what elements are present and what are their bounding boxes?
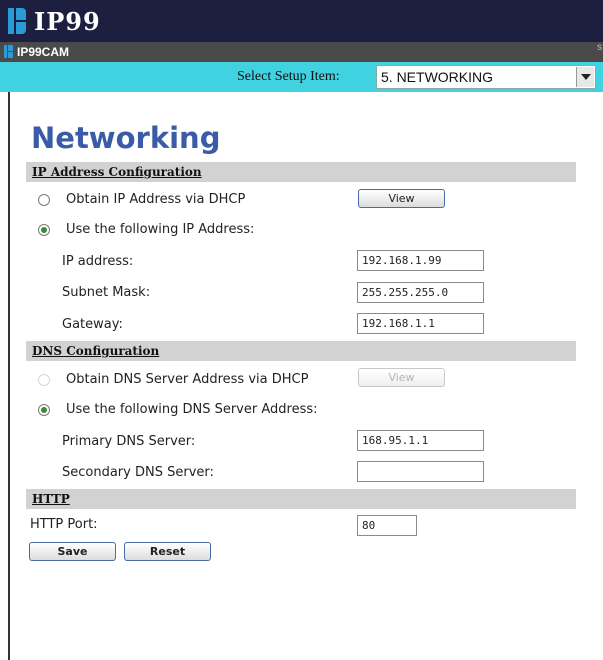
gateway-label: Gateway:	[62, 317, 123, 332]
primary-dns-label: Primary DNS Server:	[62, 434, 196, 449]
http-heading: HTTP	[32, 492, 70, 506]
dns-dhcp-label: Obtain DNS Server Address via DHCP	[66, 372, 309, 387]
ip-static-label: Use the following IP Address:	[66, 222, 255, 237]
ip-config-header: IP Address Configuration	[26, 162, 576, 182]
brand-logo-icon	[8, 8, 26, 34]
dns-static-label: Use the following DNS Server Address:	[66, 402, 318, 417]
left-divider	[8, 92, 10, 660]
camera-bar-edge-text: s	[597, 42, 602, 53]
dns-config-heading: DNS Configuration	[32, 344, 160, 358]
dns-dhcp-radio	[38, 374, 50, 386]
dns-config-header: DNS Configuration	[26, 341, 576, 361]
ip-view-button[interactable]: View	[358, 189, 445, 208]
secondary-dns-label: Secondary DNS Server:	[62, 465, 214, 480]
chevron-down-icon[interactable]	[576, 67, 594, 87]
secondary-dns-field[interactable]	[357, 461, 484, 482]
page-title: Networking	[31, 121, 221, 155]
subnet-mask-label: Subnet Mask:	[62, 285, 151, 300]
brand-logo: IP99	[8, 5, 101, 37]
subnet-mask-field[interactable]: 255.255.255.0	[357, 282, 484, 303]
save-button[interactable]: Save	[29, 542, 116, 561]
ip-dhcp-label: Obtain IP Address via DHCP	[66, 192, 246, 207]
camera-bar: IP99CAM s	[0, 42, 603, 62]
setup-item-label: Select Setup Item:	[237, 69, 340, 84]
ip-address-label: IP address:	[62, 254, 134, 269]
camera-name: IP99CAM	[17, 45, 70, 59]
gateway-field[interactable]: 192.168.1.1	[357, 313, 484, 334]
setup-bar: Select Setup Item: 5. NETWORKING	[0, 62, 603, 92]
dns-view-button: View	[358, 368, 445, 387]
ip-address-field[interactable]: 192.168.1.99	[357, 250, 484, 271]
http-port-field[interactable]: 80	[357, 515, 417, 536]
http-port-label: HTTP Port:	[30, 517, 98, 532]
dns-static-radio[interactable]	[38, 404, 50, 416]
brand-bar: IP99	[0, 0, 603, 42]
camera-logo-icon	[4, 45, 14, 58]
ip-config-heading: IP Address Configuration	[32, 165, 202, 179]
ip-static-radio[interactable]	[38, 224, 50, 236]
setup-item-select[interactable]: 5. NETWORKING	[376, 65, 596, 89]
brand-name: IP99	[34, 6, 101, 36]
setup-item-value: 5. NETWORKING	[381, 69, 494, 85]
http-header: HTTP	[26, 489, 576, 509]
primary-dns-field[interactable]: 168.95.1.1	[357, 430, 484, 451]
ip-dhcp-radio[interactable]	[38, 194, 50, 206]
reset-button[interactable]: Reset	[124, 542, 211, 561]
